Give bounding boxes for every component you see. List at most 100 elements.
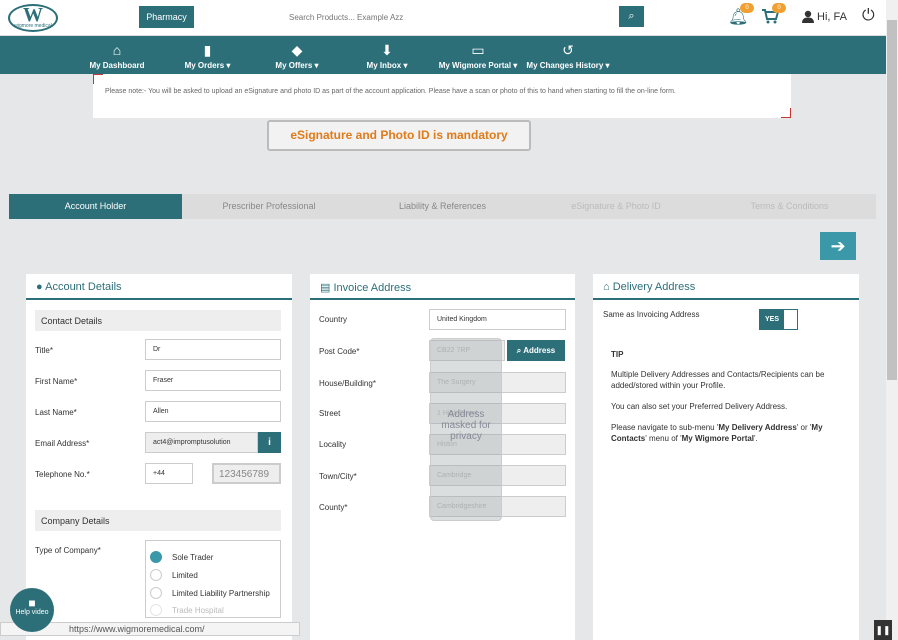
history-icon: ↺ [562,42,574,58]
cart-button[interactable]: 0 [760,3,786,28]
tip-text-3: Please navigate to sub-menu 'My Delivery… [611,422,841,444]
county-label: County* [319,503,348,512]
panel-title: ⌂ Delivery Address [593,274,859,300]
arrow-right-icon: ➔ [830,236,846,256]
help-video-button[interactable]: ■ Help video [10,588,54,632]
top-bar: W wigmore medical Pharmacy ⌕ 🔔︎ 0 0 Hi, … [0,0,886,36]
telephone-code-field[interactable]: +44 [145,463,193,484]
search-input[interactable] [282,8,618,26]
main-nav: ⌂ My Dashboard ▮ My Orders ▾ ◆ My Offers… [0,36,886,74]
tab-prescriber-professional[interactable]: Prescriber Professional [182,194,356,219]
privacy-mask-overlay: Address masked for privacy [430,338,502,521]
delivery-address-panel: ⌂ Delivery Address Same as Invoicing Add… [593,274,859,640]
mandatory-banner: eSignature and Photo ID is mandatory [267,120,531,151]
panel-title: ▤ Invoice Address [310,274,575,300]
download-icon: ⬇ [381,42,393,58]
last-name-field[interactable]: Allen [145,401,281,422]
telephone-label: Telephone No.* [35,470,90,479]
home-icon: ⌂ [603,281,610,293]
title-field[interactable]: Dr [145,339,281,360]
nav-item-offers[interactable]: ◆ My Offers ▾ [272,42,322,70]
company-type-options: Sole Trader Limited Limited Liability Pa… [145,540,281,618]
contact-details-section: Contact Details [35,310,281,331]
house-label: House/Building* [319,379,376,388]
title-label: Title* [35,346,53,355]
company-type-label: Type of Company* [35,546,101,555]
scrollbar-thumb[interactable] [887,20,897,380]
logo-letter: W [23,4,43,26]
notification-count: 0 [740,3,754,13]
nav-item-dashboard[interactable]: ⌂ My Dashboard [88,42,146,70]
tip-text-2: You can also set your Preferred Delivery… [611,402,788,411]
logout-button[interactable]: ⏻ [862,7,875,25]
street-label: Street [319,409,341,418]
next-step-button[interactable]: ➔ [820,232,856,260]
inbox-icon: ▭ [471,42,485,58]
radio-sole-trader[interactable] [150,551,162,563]
tip-text: ' or ' [796,423,812,432]
same-as-invoicing-label: Same as Invoicing Address [603,310,700,319]
telephone-number-field[interactable]: 123456789 [212,463,281,484]
notifications-button[interactable]: 🔔︎ 0 [728,3,754,28]
option-label: Sole Trader [172,553,214,562]
nav-label: My Dashboard [89,61,145,70]
option-label: Limited Liability Partnership [172,589,270,598]
panel-title-text: Account Details [45,281,122,293]
nav-label: My Wigmore Portal ▾ [438,61,518,70]
country-label: Country [319,315,348,324]
radio-trade-hospital[interactable] [150,604,162,616]
radio-limited[interactable] [150,569,162,581]
document-icon: ▤ [320,282,331,294]
nav-item-orders[interactable]: ▮ My Orders ▾ [180,42,235,70]
tip-link-portal: My Wigmore Portal [681,434,755,443]
tip-text: Please navigate to sub-menu ' [611,423,719,432]
search-button[interactable]: ⌕ [619,6,644,27]
email-field[interactable]: act4@impromptusolution [145,432,258,453]
pharmacy-tab[interactable]: Pharmacy [139,6,194,28]
company-details-section: Company Details [35,510,281,531]
form-steps-tabs: Account Holder Prescriber Professional L… [9,194,876,219]
country-select[interactable]: United Kingdom [429,309,566,330]
first-name-label: First Name* [35,377,78,386]
option-label: Limited [172,571,198,580]
wigmore-logo[interactable]: W wigmore medical [8,4,58,32]
home-icon: ⌂ [112,42,122,58]
search-icon: ⌕ [628,10,635,22]
first-name-field[interactable]: Fraser [145,370,281,391]
notice-corner-marker [93,74,103,84]
nav-label: My Offers ▾ [275,61,319,70]
search-icon: ⌕ [516,346,522,355]
pause-button[interactable]: ❚❚ [874,620,892,640]
video-camera-icon: ■ [28,596,36,610]
postcode-label: Post Code* [319,347,360,356]
tab-liability-references[interactable]: Liability & References [356,194,529,219]
power-icon: ⏻ [862,7,875,24]
last-name-label: Last Name* [35,408,77,417]
button-label: Address [523,346,556,355]
upload-notice: Please note:- You will be asked to uploa… [93,74,791,118]
tab-esignature-photo-id[interactable]: eSignature & Photo ID [529,194,703,219]
user-greeting[interactable]: Hi, FA [817,11,847,23]
same-as-invoicing-toggle[interactable]: YES [759,309,798,330]
tip-text-1: Multiple Delivery Addresses and Contacts… [611,370,825,390]
nav-item-portal[interactable]: ▭ My Wigmore Portal ▾ [438,42,518,70]
tip-text: '. [754,434,758,443]
toggle-label: YES [760,310,784,329]
tip-text: ' menu of ' [645,434,682,443]
radio-llp[interactable] [150,587,162,599]
nav-item-changes-history[interactable]: ↺ My Changes History ▾ [526,42,610,70]
info-button[interactable]: i [258,432,281,453]
nav-item-inbox[interactable]: ⬇ My Inbox ▾ [362,42,412,70]
panel-title: ● Account Details [26,274,292,300]
town-label: Town/City* [319,472,357,481]
user-icon: ● [36,281,43,293]
file-icon: ▮ [203,42,212,58]
user-icon [802,10,814,23]
tab-account-holder[interactable]: Account Holder [9,194,182,219]
tab-terms-conditions[interactable]: Terms & Conditions [703,194,876,219]
panel-title-text: Invoice Address [333,282,412,294]
nav-label: My Orders ▾ [184,61,231,70]
logo-subtitle: wigmore medical [14,23,52,29]
tip-heading: TIP [611,350,624,359]
find-address-button[interactable]: ⌕ Address [507,340,565,361]
